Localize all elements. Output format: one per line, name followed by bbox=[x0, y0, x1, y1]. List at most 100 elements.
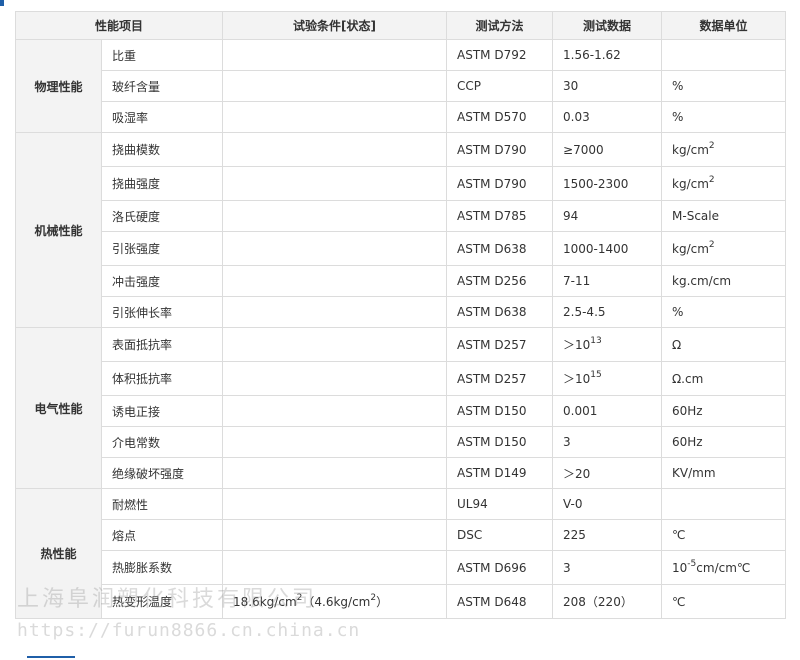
table-row: 诱电正接 ASTM D150 0.001 60Hz bbox=[16, 395, 787, 427]
unit-exponent: 2 bbox=[708, 239, 715, 250]
table-row: 体积抵抗率 ASTM D257 ＞1015 Ω.cm bbox=[16, 361, 787, 396]
table-row: 玻纤含量 CCP 30 % bbox=[16, 70, 787, 102]
condition-cell bbox=[222, 395, 448, 427]
item-cell: 挠曲模数 bbox=[100, 132, 224, 167]
condition-cell bbox=[222, 231, 448, 266]
method-cell: ASTM D790 bbox=[446, 132, 554, 167]
unit-cell: kg/cm2 bbox=[661, 231, 787, 266]
method-cell: ASTM D785 bbox=[446, 200, 554, 232]
table-row: 机械性能 挠曲模数 ASTM D790 ≥7000 kg/cm2 bbox=[15, 132, 787, 328]
unit-text: kg/cm bbox=[672, 241, 709, 256]
condition-cell bbox=[222, 200, 448, 232]
value-cell: 30 bbox=[552, 70, 663, 102]
method-cell: ASTM D638 bbox=[446, 296, 554, 328]
unit-exponent: 2 bbox=[708, 174, 715, 185]
condition-text-end: ） bbox=[376, 595, 389, 609]
item-cell: 介电常数 bbox=[100, 426, 224, 458]
value-cell: 208（220） bbox=[552, 584, 663, 619]
unit-cell: % bbox=[661, 101, 787, 133]
unit-cell: M-Scale bbox=[661, 200, 787, 232]
condition-cell bbox=[222, 101, 448, 133]
method-cell: ASTM D256 bbox=[446, 265, 554, 297]
condition-cell bbox=[222, 296, 448, 328]
condition-cell bbox=[222, 426, 448, 458]
accent-mark bbox=[0, 0, 4, 6]
unit-cell: Ω bbox=[661, 327, 787, 362]
item-cell: 耐燃性 bbox=[100, 488, 224, 520]
header-property: 性能项目 bbox=[14, 11, 224, 40]
condition-cell bbox=[222, 132, 448, 167]
value-cell: 0.03 bbox=[552, 101, 663, 133]
value-text: ＞10 bbox=[563, 338, 591, 352]
unit-cell: 10-5cm/cm℃ bbox=[661, 550, 787, 585]
method-cell: ASTM D790 bbox=[446, 166, 554, 201]
condition-text: 18.6kg/cm bbox=[233, 595, 297, 609]
value-cell: 2.5-4.5 bbox=[552, 296, 663, 328]
condition-cell: 18.6kg/cm2（4.6kg/cm2） bbox=[222, 584, 448, 619]
spec-table: 性能项目 试验条件[状态] 测试方法 测试数据 数据单位 物理性能 比重 AST… bbox=[14, 11, 787, 619]
condition-cell bbox=[222, 550, 448, 585]
item-cell: 诱电正接 bbox=[100, 395, 224, 427]
unit-cell: 60Hz bbox=[661, 426, 787, 458]
unit-cell: % bbox=[661, 296, 787, 328]
item-cell: 引张强度 bbox=[100, 231, 224, 266]
condition-cell bbox=[222, 519, 448, 551]
method-cell: ASTM D150 bbox=[446, 395, 554, 427]
unit-cell: 60Hz bbox=[661, 395, 787, 427]
table-row: 热变形温度 18.6kg/cm2（4.6kg/cm2） ASTM D648 20… bbox=[16, 584, 787, 619]
method-cell: DSC bbox=[446, 519, 554, 551]
header-method: 测试方法 bbox=[446, 11, 554, 40]
value-cell: 3 bbox=[552, 550, 663, 585]
value-cell: 0.001 bbox=[552, 395, 663, 427]
method-cell: ASTM D570 bbox=[446, 101, 554, 133]
table-row: 引张强度 ASTM D638 1000-1400 kg/cm2 bbox=[16, 231, 787, 266]
item-cell: 表面抵抗率 bbox=[100, 327, 224, 362]
table-row: 冲击强度 ASTM D256 7-11 kg.cm/cm bbox=[16, 265, 787, 297]
condition-cell bbox=[222, 39, 448, 71]
unit-cell: ℃ bbox=[661, 519, 787, 551]
watermark-url: https://furun8866.cn.china.cn bbox=[17, 620, 361, 641]
unit-exponent: -5 bbox=[687, 558, 697, 569]
value-cell: 94 bbox=[552, 200, 663, 232]
method-cell: ASTM D638 bbox=[446, 231, 554, 266]
unit-cell: ℃ bbox=[661, 584, 787, 619]
condition-cell bbox=[222, 265, 448, 297]
unit-cell: KV/mm bbox=[661, 457, 787, 489]
method-cell: ASTM D257 bbox=[446, 361, 554, 396]
header-condition: 试验条件[状态] bbox=[222, 11, 448, 40]
unit-exponent: 2 bbox=[708, 140, 715, 151]
table-row: 引张伸长率 ASTM D638 2.5-4.5 % bbox=[16, 296, 787, 328]
item-cell: 熔点 bbox=[100, 519, 224, 551]
condition-cell bbox=[222, 488, 448, 520]
table-row: 熔点 DSC 225 ℃ bbox=[16, 519, 787, 551]
item-cell: 吸湿率 bbox=[100, 101, 224, 133]
unit-text: kg/cm bbox=[672, 176, 709, 191]
item-cell: 体积抵抗率 bbox=[100, 361, 224, 396]
unit-cell: kg/cm2 bbox=[661, 166, 787, 201]
unit-text-after: cm/cm℃ bbox=[696, 560, 751, 575]
item-cell: 引张伸长率 bbox=[100, 296, 224, 328]
method-cell: ASTM D149 bbox=[446, 457, 554, 489]
item-cell: 热变形温度 bbox=[100, 584, 224, 619]
value-cell: 7-11 bbox=[552, 265, 663, 297]
table-row: 电气性能 表面抵抗率 ASTM D257 ＞1013 Ω bbox=[15, 327, 787, 489]
value-cell: 3 bbox=[552, 426, 663, 458]
unit-text: 10 bbox=[672, 560, 688, 575]
item-cell: 玻纤含量 bbox=[100, 70, 224, 102]
value-cell: ≥7000 bbox=[552, 132, 663, 167]
condition-cell bbox=[222, 327, 448, 362]
condition-cell bbox=[222, 361, 448, 396]
method-cell: ASTM D696 bbox=[446, 550, 554, 585]
group-label: 机械性能 bbox=[15, 132, 102, 328]
unit-cell: % bbox=[661, 70, 787, 102]
method-cell: CCP bbox=[446, 70, 554, 102]
group-label: 热性能 bbox=[15, 488, 102, 619]
group-label: 电气性能 bbox=[15, 327, 102, 489]
header-unit: 数据单位 bbox=[661, 11, 787, 40]
value-exponent: 15 bbox=[590, 370, 602, 380]
value-cell: 1500-2300 bbox=[552, 166, 663, 201]
value-cell: 1000-1400 bbox=[552, 231, 663, 266]
table-row: 洛氏硬度 ASTM D785 94 M-Scale bbox=[16, 200, 787, 232]
unit-cell bbox=[661, 39, 787, 71]
unit-cell: kg.cm/cm bbox=[661, 265, 787, 297]
